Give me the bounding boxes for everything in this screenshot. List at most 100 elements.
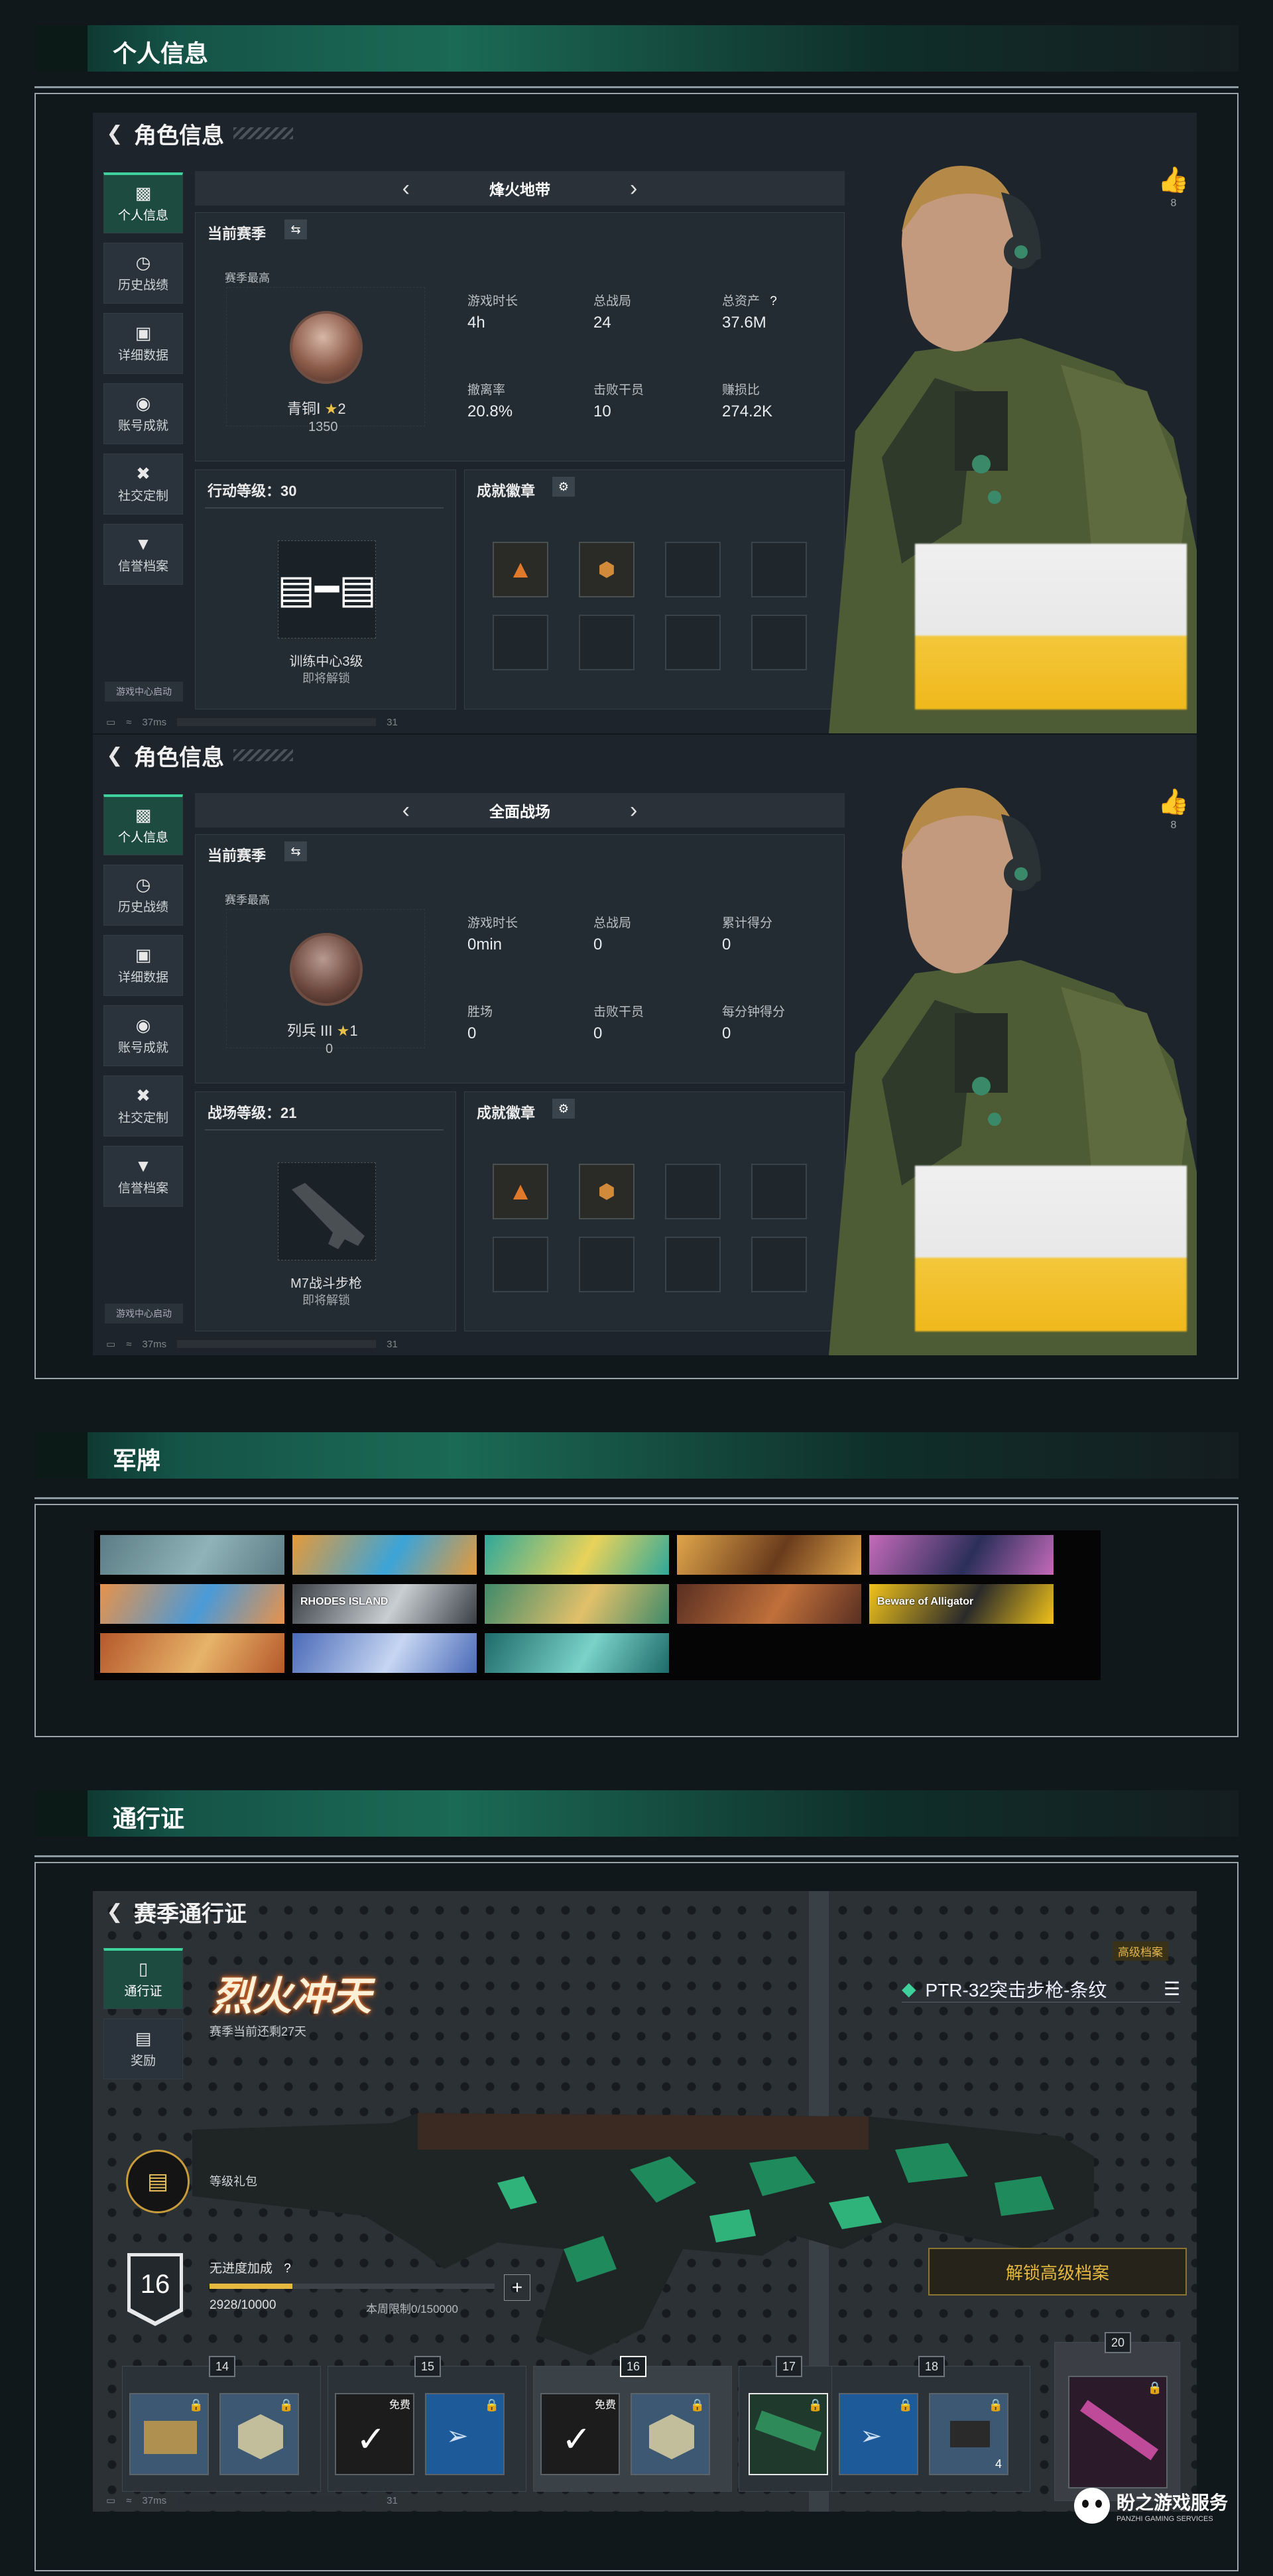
panzhi-logo-icon (1074, 2488, 1110, 2524)
free-label: 免费 (594, 2400, 616, 2411)
plaque-tile[interactable] (484, 1534, 670, 1575)
reward-item[interactable]: 免费 ✓ (540, 2393, 620, 2475)
help-icon[interactable]: ? (770, 294, 777, 308)
stat-label: 撤离率 (467, 383, 506, 397)
swap-icon[interactable]: ⇆ (284, 219, 307, 239)
level-title: 战场等级：21 (208, 1105, 297, 1121)
medal-icon: ◉ (135, 393, 151, 413)
prev-mode-icon[interactable]: ‹ (402, 798, 410, 824)
back-icon[interactable]: ❮ (105, 1901, 125, 1923)
game-center-button[interactable]: 游戏中心启动 (105, 682, 183, 702)
level-shield: 16 (127, 2253, 183, 2326)
next-mode-icon[interactable]: › (630, 176, 637, 202)
reward-item-selected[interactable]: 🔒 (749, 2393, 828, 2475)
bar-chart-icon: ▩ (135, 805, 152, 825)
sidebar-item-details[interactable]: ▣ 详细数据 (103, 313, 183, 374)
section-title: 军牌 (113, 1447, 161, 1474)
sidebar-item-personal[interactable]: ▩ 个人信息 (103, 794, 183, 855)
thumbs-up-icon[interactable]: 👍 (1154, 788, 1193, 817)
rifle-showcase (192, 2113, 1094, 2355)
profile-topbar: ❮ 角色信息 (93, 735, 293, 776)
sidebar-item-social[interactable]: ✖ 社交定制 (103, 1075, 183, 1136)
plaque-tile[interactable] (292, 1632, 477, 1674)
reward-item[interactable]: 🔒 (129, 2393, 209, 2475)
pass-icon: ▯ (138, 1959, 149, 1979)
gift-pack-icon[interactable]: ▤ (126, 2150, 190, 2213)
back-icon[interactable]: ❮ (105, 745, 125, 767)
plaque-tile[interactable] (292, 1534, 477, 1575)
sidebar-item-personal[interactable]: ▩ 个人信息 (103, 172, 183, 233)
sidebar-item-credit[interactable]: ▼ 信誉档案 (103, 524, 183, 585)
plaque-tile[interactable] (484, 1632, 670, 1674)
wifi-icon: ≈ (126, 2494, 132, 2506)
thumbs-up-icon[interactable]: 👍 (1154, 166, 1193, 195)
plaque-tile[interactable]: Beware of Alligator (869, 1583, 1054, 1625)
sidebar-label: 账号成就 (117, 1040, 168, 1055)
sidebar-item-details[interactable]: ▣ 详细数据 (103, 935, 183, 996)
clock-icon: ◷ (135, 874, 151, 894)
sidebar-label: 社交定制 (117, 1111, 168, 1125)
star-icon: ★ (336, 1022, 350, 1039)
plaque-tile[interactable] (99, 1583, 285, 1625)
gear-icon[interactable]: ⚙ (552, 1099, 575, 1119)
stat-value: 24 (593, 314, 611, 332)
sidebar-item-history[interactable]: ◷ 历史战绩 (103, 243, 183, 304)
plaque-tile[interactable] (869, 1534, 1054, 1575)
sidebar-item-achievements[interactable]: ◉ 账号成就 (103, 383, 183, 444)
rifle-shape (292, 1183, 365, 1249)
warning-badge-icon[interactable]: ▲ (493, 1164, 548, 1219)
achievements-label: 成就徽章 (477, 483, 536, 499)
sidebar-item-history[interactable]: ◷ 历史战绩 (103, 865, 183, 926)
level-number: 14 (209, 2356, 235, 2377)
plaque-tile[interactable] (484, 1583, 670, 1625)
menu-icon[interactable]: ☰ (1164, 1978, 1180, 2000)
reward-item[interactable]: 🔒 (631, 2393, 710, 2475)
hexagon-badge-icon[interactable]: ⬢ (579, 1164, 635, 1219)
sidebar-item-pass[interactable]: ▯ 通行证 (103, 1948, 183, 2009)
sidebar-item-social[interactable]: ✖ 社交定制 (103, 454, 183, 515)
shield-icon: ▼ (135, 1155, 152, 1176)
reward-item[interactable]: 🔒 4 (929, 2393, 1008, 2475)
season-best-label: 赛季最高 (225, 894, 270, 906)
season-label: 当前赛季 (208, 225, 267, 242)
swap-icon[interactable]: ⇆ (284, 841, 307, 861)
plaque-tile[interactable] (99, 1632, 285, 1674)
stat-label: 击败干员 (593, 1005, 644, 1019)
season-card: 当前赛季 ⇆ 赛季最高 青铜Ⅰ ★2 1350 游戏时长 4h 总战局 24 总… (195, 212, 845, 461)
reward-item[interactable]: 🔒 ➢ (425, 2393, 505, 2475)
gear-icon[interactable]: ⚙ (552, 477, 575, 497)
plus-icon[interactable]: + (504, 2274, 530, 2301)
check-icon: ✓ (562, 2420, 592, 2459)
plaque-tile[interactable] (676, 1534, 862, 1575)
game-center-button[interactable]: 游戏中心启动 (105, 1304, 183, 1323)
wrench-icon: ✖ (136, 463, 151, 483)
empty-badge-slot (751, 615, 807, 670)
redacted-bar (177, 1340, 377, 1348)
achievement-card: 成就徽章 ⚙ ▲ ⬢ (464, 469, 845, 709)
lock-icon: 🔒 (1147, 2381, 1162, 2394)
warning-badge-icon[interactable]: ▲ (493, 542, 548, 597)
ping-text: 37ms (142, 2494, 167, 2506)
prev-mode-icon[interactable]: ‹ (402, 176, 410, 202)
back-icon[interactable]: ❮ (105, 123, 125, 145)
pass-topbar: ❮ 赛季通行证 (93, 1891, 247, 1932)
reward-item[interactable]: 🔒 (219, 2393, 299, 2475)
help-icon[interactable]: ? (284, 2262, 291, 2276)
plaque-tile[interactable] (676, 1583, 862, 1625)
section-title: 个人信息 (113, 40, 209, 67)
plaque-tile[interactable] (99, 1534, 285, 1575)
unlock-premium-button[interactable]: 解锁高级档案 (928, 2248, 1187, 2296)
sidebar-item-achievements[interactable]: ◉ 账号成就 (103, 1005, 183, 1066)
reward-level-20: 20 🔒 (1054, 2332, 1180, 2501)
level-number: 16 (131, 2256, 180, 2321)
hexagon-badge-icon[interactable]: ⬢ (579, 542, 635, 597)
profile-screen-2: ❮ 角色信息 ▩ 个人信息 ◷ 历史战绩 ▣ 详细数据 ◉ 账号成就 ✖ 社交定制 ▼ 信誉… (93, 735, 1197, 1355)
reward-item[interactable]: 🔒 ➢ (839, 2393, 918, 2475)
next-mode-icon[interactable]: › (630, 798, 637, 824)
card-divider (205, 1129, 444, 1131)
plaque-tile[interactable]: RHODES ISLAND (292, 1583, 477, 1625)
watermark-name: 盼之游戏服务 (1117, 2492, 1229, 2513)
sidebar-item-credit[interactable]: ▼ 信誉档案 (103, 1146, 183, 1207)
reward-item-final[interactable]: 🔒 (1068, 2376, 1168, 2488)
reward-item[interactable]: 免费 ✓ (335, 2393, 414, 2475)
